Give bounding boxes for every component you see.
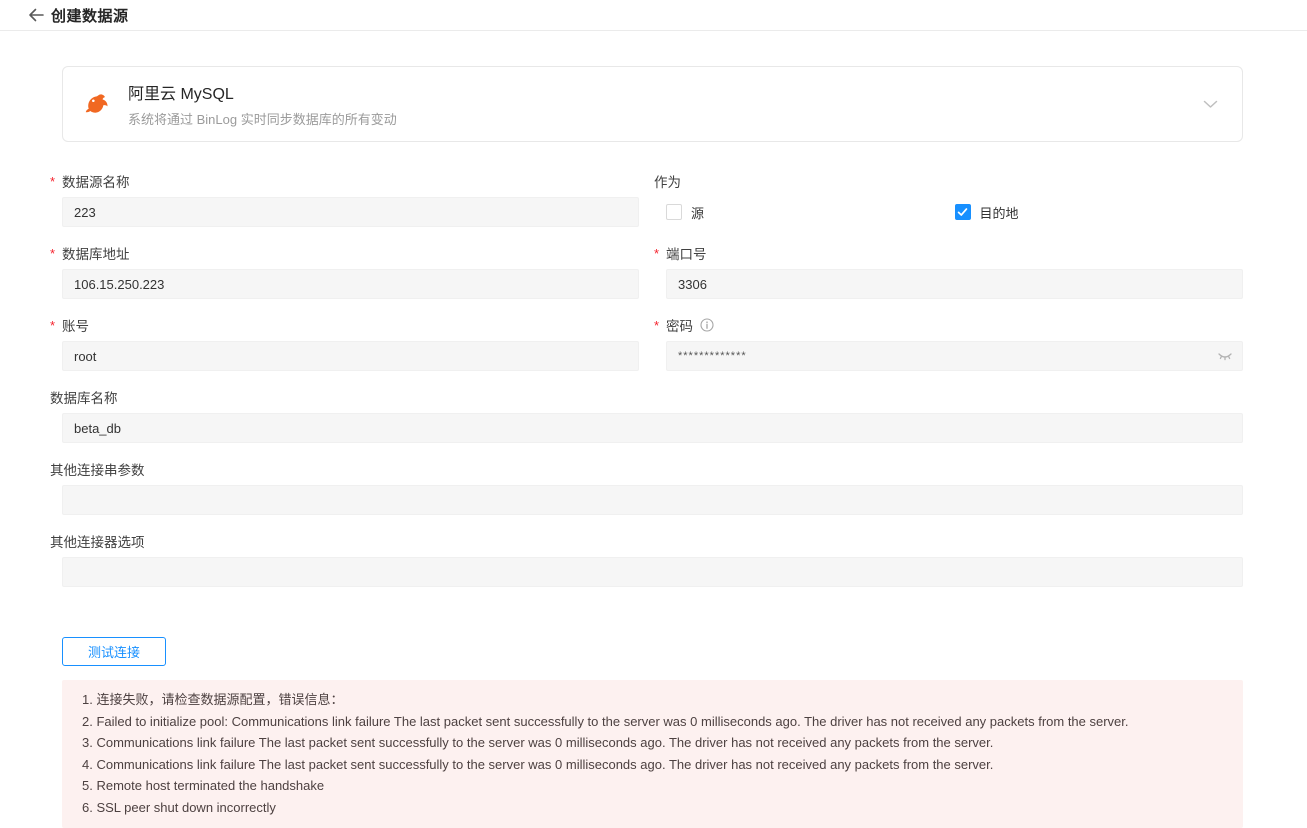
connector-subtitle: 系统将通过 BinLog 实时同步数据库的所有变动 bbox=[128, 112, 397, 127]
field-account: * 账号 bbox=[50, 315, 639, 371]
check-icon bbox=[957, 208, 968, 216]
field-port: * 端口号 bbox=[654, 243, 1243, 299]
datasource-name-input[interactable] bbox=[62, 197, 639, 227]
back-arrow-icon[interactable] bbox=[27, 7, 45, 23]
field-password: * 密码 bbox=[654, 315, 1243, 371]
error-line: 3. Communications link failure The last … bbox=[82, 735, 994, 750]
checkbox-source-box[interactable] bbox=[666, 204, 682, 220]
chevron-down-icon[interactable] bbox=[1203, 100, 1218, 109]
required-asterisk: * bbox=[50, 317, 56, 333]
required-asterisk: * bbox=[50, 245, 56, 261]
password-label: * 密码 bbox=[654, 315, 1243, 335]
db-host-input[interactable] bbox=[62, 269, 639, 299]
checkbox-destination-label: 目的地 bbox=[979, 205, 1019, 221]
eye-invisible-icon[interactable] bbox=[1217, 350, 1233, 362]
connector-title: 阿里云 MySQL bbox=[128, 86, 234, 103]
checkbox-destination-box[interactable] bbox=[954, 204, 971, 220]
checkbox-source[interactable]: 源 bbox=[666, 203, 955, 222]
mysql-logo-icon bbox=[84, 90, 112, 118]
required-asterisk: * bbox=[654, 245, 660, 261]
test-connection-button[interactable]: 测试连接 bbox=[62, 637, 167, 666]
error-line: 6. SSL peer shut down incorrectly bbox=[82, 799, 276, 815]
connector-options-input[interactable] bbox=[62, 557, 1243, 587]
checkbox-source-label: 源 bbox=[691, 205, 705, 221]
role-label: 作为 bbox=[654, 175, 681, 190]
account-input[interactable] bbox=[62, 341, 639, 371]
error-line: 5. Remote host terminated the handshake bbox=[82, 778, 325, 793]
error-line: 4. Communications link failure The last … bbox=[82, 756, 994, 772]
checkbox-destination[interactable]: 目的地 bbox=[954, 203, 1244, 222]
datasource-form: *数据源名称 作为 源 目的地 bbox=[50, 171, 1243, 587]
error-line: 1. 连接失败，请检查数据源配置，错误信息： bbox=[82, 692, 344, 707]
connector-card[interactable]: 阿里云 MySQL 系统将通过 BinLog 实时同步数据库的所有变动 bbox=[62, 66, 1243, 142]
required-asterisk: * bbox=[50, 173, 56, 189]
port-label: * 端口号 bbox=[654, 245, 707, 263]
datasource-name-label: * 数据源名称 bbox=[50, 173, 130, 191]
db-host-label: * 数据库地址 bbox=[50, 245, 130, 263]
password-input[interactable] bbox=[666, 341, 1243, 371]
field-db-name: 数据库名称 bbox=[50, 387, 1243, 443]
connection-error-panel: 1. 连接失败，请检查数据源配置，错误信息： 2. Failed to init… bbox=[62, 680, 1243, 828]
field-connector-options: 其他连接器选项 bbox=[50, 531, 1243, 587]
info-circle-icon[interactable] bbox=[700, 318, 714, 332]
field-db-host: * 数据库地址 bbox=[50, 243, 639, 299]
db-name-input[interactable] bbox=[62, 413, 1243, 443]
conn-params-input[interactable] bbox=[62, 485, 1243, 515]
connector-options-label: 其他连接器选项 bbox=[50, 535, 145, 550]
page-header: 创建数据源 bbox=[0, 0, 1307, 31]
port-input[interactable] bbox=[666, 269, 1243, 299]
field-conn-params: 其他连接串参数 bbox=[50, 459, 1243, 515]
required-asterisk: * bbox=[654, 317, 660, 333]
error-line: 2. Failed to initialize pool: Communicat… bbox=[82, 713, 1129, 729]
page-title: 创建数据源 bbox=[51, 7, 129, 25]
field-role: 作为 源 目的地 bbox=[654, 171, 1243, 227]
role-checkbox-row: 源 目的地 bbox=[666, 197, 1243, 227]
account-label: * 账号 bbox=[50, 317, 89, 335]
field-datasource-name: * 数据源名称 bbox=[50, 171, 639, 227]
db-name-label: 数据库名称 bbox=[50, 391, 118, 406]
conn-params-label: 其他连接串参数 bbox=[50, 463, 145, 478]
